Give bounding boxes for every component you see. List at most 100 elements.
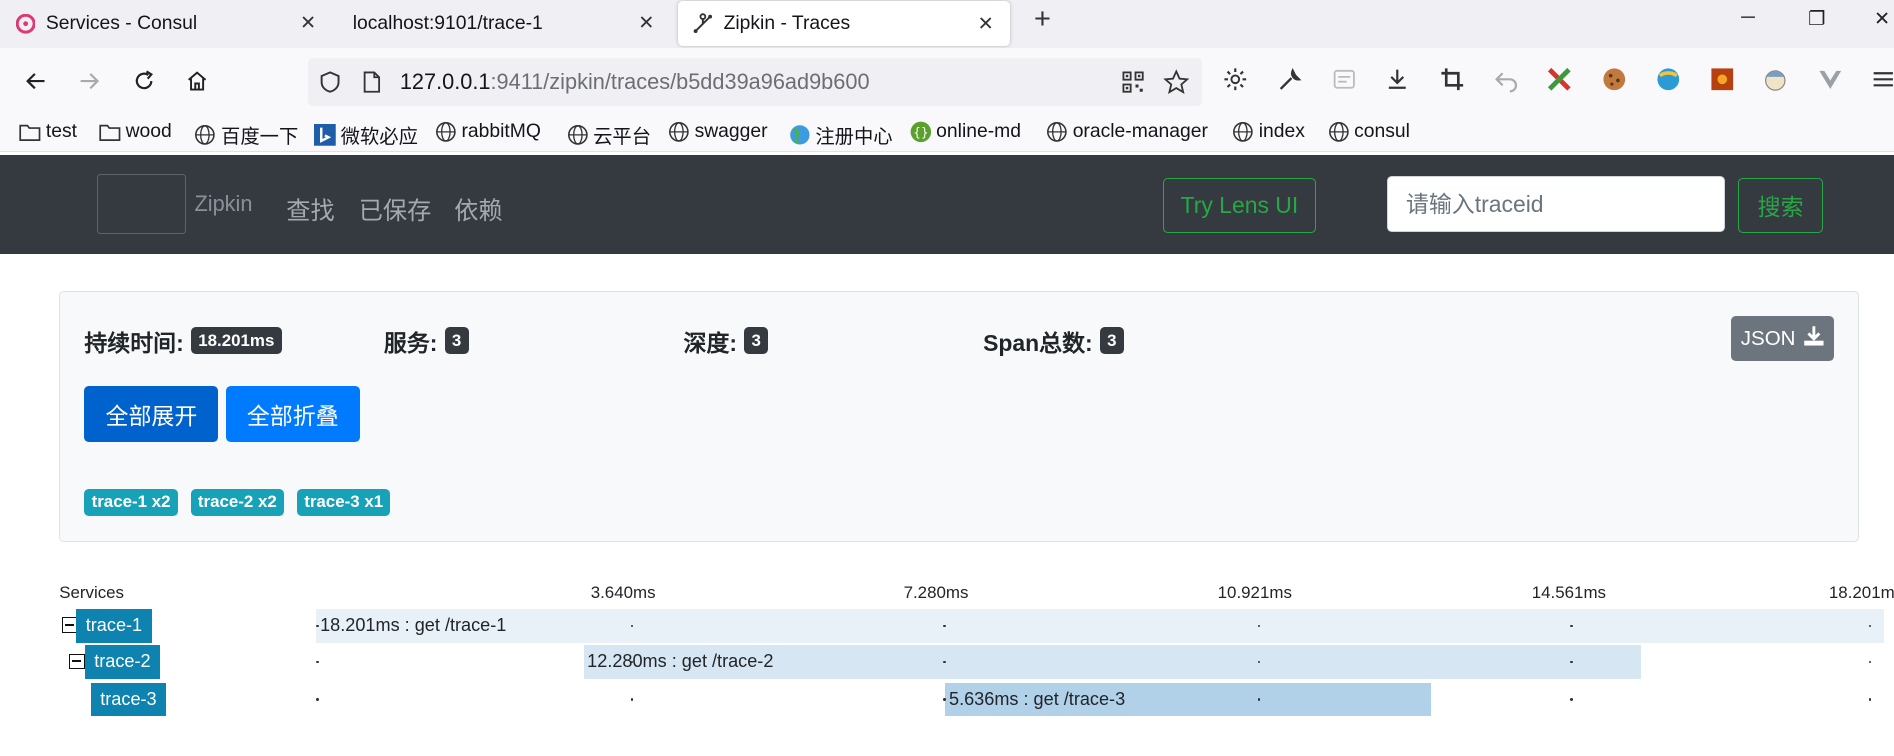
grid-dot	[316, 660, 319, 664]
bookmark-label: online-md	[936, 120, 1021, 142]
undo-icon[interactable]	[1492, 65, 1521, 94]
spans-badge: 3	[1099, 327, 1124, 354]
expand-all-button[interactable]: 全部展开	[84, 386, 219, 442]
download-icon	[1803, 325, 1825, 353]
earth-icon	[789, 124, 811, 146]
shield-icon[interactable]	[318, 70, 342, 100]
vue-devtools-icon[interactable]	[1816, 65, 1845, 94]
grid-dot	[316, 698, 319, 701]
grid-dot	[1257, 660, 1260, 664]
bookmark-index[interactable]: index	[1232, 121, 1305, 143]
zipkin-header: Zipkin 查找 已保存 依赖 Try Lens UI 搜索	[0, 154, 1894, 254]
tab-title: Zipkin - Traces	[723, 12, 851, 34]
close-icon[interactable]: ✕	[976, 13, 995, 37]
address-bar[interactable]: 127.0.0.1:9411/zipkin/traces/b5dd39a96ad…	[308, 57, 1202, 107]
depth-stat: 深度: 3	[684, 324, 769, 358]
bookmark-star-icon[interactable]	[1163, 69, 1190, 102]
span-service-label[interactable]: trace-2	[84, 645, 161, 679]
spans-stat: Span总数: 3	[983, 324, 1124, 358]
minimize-button[interactable]: ─	[1736, 7, 1760, 29]
service-badge[interactable]: trace-3 x1	[296, 489, 391, 516]
grid-dot	[1868, 698, 1872, 701]
settings-gear-icon[interactable]	[1221, 65, 1250, 94]
span-label: 5.636ms : get /trace-3	[949, 688, 1126, 709]
bookmark-swagger[interactable]: swagger	[668, 121, 768, 143]
bookmark-consul[interactable]: consul	[1328, 121, 1410, 143]
span-service-label[interactable]: trace-3	[90, 682, 167, 717]
download-icon[interactable]	[1383, 65, 1412, 94]
depth-badge: 3	[744, 327, 769, 354]
bookmark-label: index	[1258, 120, 1305, 142]
wrench-icon[interactable]	[1276, 65, 1305, 94]
reader-icon[interactable]	[1330, 65, 1359, 94]
globe-icon	[1328, 121, 1350, 143]
grid-dot	[1257, 624, 1260, 627]
nav-find[interactable]: 查找	[286, 191, 334, 226]
close-icon[interactable]: ✕	[637, 12, 656, 36]
traceid-input[interactable]	[1386, 176, 1726, 232]
spans-label: Span总数:	[983, 329, 1093, 356]
sun-extension-icon[interactable]	[1708, 65, 1737, 94]
services-header: Services	[59, 583, 125, 603]
service-badge[interactable]: trace-1 x2	[84, 489, 178, 516]
collapse-toggle-icon[interactable]	[61, 617, 78, 633]
menu-icon[interactable]	[1869, 65, 1894, 94]
span-bar[interactable]	[316, 608, 1885, 643]
json-download-button[interactable]: JSON	[1731, 316, 1834, 361]
qr-code-icon[interactable]	[1121, 70, 1145, 100]
nav-saved[interactable]: 已保存	[359, 191, 431, 226]
tab-consul[interactable]: Services - Consul ✕	[0, 0, 332, 48]
search-button[interactable]: 搜索	[1738, 177, 1823, 234]
bookmark-online-md[interactable]: {} online-md	[910, 121, 1021, 143]
bookmarks-bar: test wood 百度一下 微软必应 rabbitMQ 云平台 swagger…	[0, 115, 1894, 153]
tab-title: Services - Consul	[45, 13, 198, 35]
service-badge[interactable]: trace-2 x2	[190, 489, 285, 516]
close-icon[interactable]: ✕	[298, 12, 317, 36]
nav-bar: 127.0.0.1:9411/zipkin/traces/b5dd39a96ad…	[0, 48, 1894, 116]
window-close-button[interactable]: ✕	[1870, 7, 1894, 31]
cookie-icon[interactable]	[1599, 65, 1628, 94]
span-row[interactable]: trace-2 12.280ms : get /trace-2	[0, 645, 1894, 679]
zipkin-logo[interactable]	[96, 173, 187, 235]
span-row[interactable]: trace-3 5.636ms : get /trace-3	[0, 682, 1894, 717]
tab-zipkin[interactable]: Zipkin - Traces ✕	[677, 1, 1010, 46]
span-service-label[interactable]: trace-1	[76, 608, 152, 643]
crop-icon[interactable]	[1438, 65, 1467, 94]
zipkin-brand[interactable]: Zipkin	[194, 191, 252, 217]
bookmark-baidu[interactable]: 百度一下	[194, 121, 298, 149]
nav-dependencies[interactable]: 依赖	[454, 191, 502, 226]
svg-text:{}: {}	[913, 126, 928, 140]
try-lens-ui-button[interactable]: Try Lens UI	[1163, 177, 1316, 234]
page-icon[interactable]	[361, 70, 383, 100]
avatar-extension-icon[interactable]	[1761, 65, 1790, 94]
grid-dot	[1257, 698, 1260, 701]
bookmark-cloud-platform[interactable]: 云平台	[567, 121, 651, 149]
cross-tools-icon[interactable]	[1545, 65, 1574, 94]
forward-button[interactable]	[72, 64, 106, 98]
globe-icon	[194, 124, 216, 146]
restore-button[interactable]: ❐	[1805, 7, 1829, 31]
new-tab-button[interactable]: +	[1029, 5, 1056, 34]
url-text[interactable]: 127.0.0.1:9411/zipkin/traces/b5dd39a96ad…	[400, 69, 870, 95]
back-button[interactable]	[19, 64, 53, 98]
home-icon	[187, 71, 206, 91]
grid-dot	[1570, 624, 1573, 627]
collapse-toggle-icon[interactable]	[68, 653, 85, 670]
grid-dot	[943, 698, 946, 701]
reload-button[interactable]	[127, 64, 161, 98]
globe-extension-icon[interactable]	[1654, 65, 1683, 94]
bookmark-bing[interactable]: 微软必应	[314, 121, 418, 149]
globe-icon	[435, 121, 457, 143]
tab-trace-1[interactable]: localhost:9101/trace-1 ✕	[338, 0, 670, 48]
bookmark-rabbitmq[interactable]: rabbitMQ	[435, 121, 541, 143]
bookmark-wood[interactable]: wood	[99, 121, 172, 143]
bookmark-registry[interactable]: 注册中心	[789, 121, 893, 149]
bookmark-label: oracle-manager	[1072, 120, 1208, 142]
home-button[interactable]	[180, 64, 214, 98]
span-row[interactable]: trace-1 18.201ms : get /trace-1	[0, 608, 1894, 643]
bookmark-test[interactable]: test	[19, 121, 77, 143]
bookmark-oracle-manager[interactable]: oracle-manager	[1046, 121, 1208, 143]
time-tick: 18.201ms	[1828, 583, 1894, 603]
bookmark-label: wood	[125, 120, 172, 142]
collapse-all-button[interactable]: 全部折叠	[225, 386, 360, 442]
